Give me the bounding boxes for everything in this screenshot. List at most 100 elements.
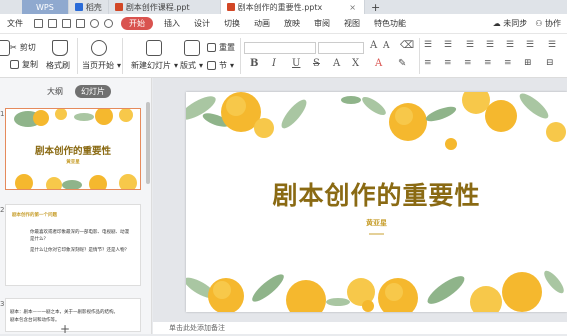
align-left-icon[interactable]: ≡: [424, 58, 432, 68]
thumbnail-bullet: 是什么让你对它印象深刻呢？是情节？还是人物？: [30, 248, 129, 253]
current-slide[interactable]: 剧本创作的重要性 黄亚星: [186, 92, 567, 312]
copy-button[interactable]: 复制: [10, 59, 38, 70]
window-tab-bar: WPS 稻壳 剧本创作课程.ppt 剧本创作的重要性.pptx × +: [0, 0, 567, 14]
increase-indent-icon[interactable]: ☰: [486, 40, 494, 50]
undo-icon[interactable]: [90, 19, 99, 28]
menu-insert[interactable]: 插入: [157, 18, 187, 29]
columns-icon[interactable]: ☰: [548, 40, 556, 50]
thumbnail-author: 黄亚星: [66, 160, 80, 165]
distributed-icon[interactable]: ≡: [504, 58, 512, 68]
clear-format-icon[interactable]: ⌫: [400, 40, 414, 51]
paste-icon[interactable]: [0, 40, 10, 56]
increase-font-icon[interactable]: A: [370, 40, 377, 51]
decrease-font-icon[interactable]: A: [383, 41, 390, 51]
ppt-file-icon: [226, 3, 235, 11]
numbered-list-icon[interactable]: ☰: [444, 40, 452, 50]
menu-bar: 文件 开始 插入 设计 切换 动画 放映 审阅 视图 特色功能 ☁ 未同步 ⚇ …: [0, 14, 567, 34]
vertical-align-icon[interactable]: ⊞: [524, 58, 532, 68]
highlight-icon[interactable]: ✎: [398, 58, 406, 69]
bullet-list-icon[interactable]: ☰: [424, 40, 432, 50]
menu-animation[interactable]: 动画: [247, 18, 277, 29]
slide-thumbnail-1[interactable]: 剧本创作的重要性 黄亚星: [5, 108, 141, 190]
slide-title[interactable]: 剧本创作的重要性: [186, 176, 567, 212]
reset-icon: [207, 43, 216, 52]
thumbnail-title: 剧本创作的重要性: [34, 146, 111, 157]
decrease-indent-icon[interactable]: ☰: [466, 40, 474, 50]
thumbnail-text: 剧本：剧本——一剧之本，关于一剧影视作品的结构。: [10, 310, 118, 315]
align-center-icon[interactable]: ≡: [444, 58, 452, 68]
reset-button[interactable]: 重置: [207, 42, 235, 53]
slide-thumbnail-panel: 大纲 幻灯片 1 剧本创作的重要性 黄亚星 2 剧本创作的第一个问题 你最喜欢或…: [0, 78, 152, 334]
print-icon[interactable]: [62, 19, 71, 28]
thumbnail-scrollbar[interactable]: [146, 102, 150, 184]
thumbnail-heading: 剧本创作的第一个问题: [12, 213, 57, 218]
cut-label: 剪切: [19, 43, 36, 52]
font-size-select[interactable]: [318, 42, 364, 54]
slide-author[interactable]: 黄亚星: [186, 218, 567, 228]
close-tab-icon[interactable]: ×: [349, 3, 356, 12]
slide-editing-canvas: 剧本创作的重要性 黄亚星: [153, 78, 567, 334]
tab-wps-home[interactable]: WPS: [22, 0, 69, 14]
notes-area[interactable]: 单击此处添加备注: [153, 322, 567, 334]
menu-design[interactable]: 设计: [187, 18, 217, 29]
layout-button[interactable]: 版式 ▾: [180, 60, 203, 71]
bold-icon[interactable]: B: [250, 58, 258, 69]
line-spacing-icon[interactable]: ☰: [506, 40, 514, 50]
export-pdf-icon[interactable]: [48, 19, 57, 28]
slide-thumbnail-3[interactable]: 剧本：剧本——一剧之本，关于一剧影视作品的结构。 剧本包含台词和动作等。: [5, 298, 141, 332]
slide-thumbnail-2[interactable]: 剧本创作的第一个问题 你最喜欢或者印象最深的一部电影、电视剧、动漫是什么？ 是什…: [5, 204, 141, 286]
cut-button[interactable]: ✂ 剪切: [10, 42, 36, 53]
format-painter-icon[interactable]: [52, 40, 68, 56]
slide-number: 3: [0, 300, 5, 308]
section-button[interactable]: 节 ▾: [207, 60, 234, 71]
underline-icon[interactable]: U: [292, 58, 300, 69]
align-right-icon[interactable]: ≡: [464, 58, 472, 68]
thumbnail-bullet: 你最喜欢或者印象最深的一部电影、电视剧、动漫是什么？: [30, 230, 129, 242]
shadow-icon[interactable]: A: [333, 58, 340, 69]
tab-docer[interactable]: 稻壳: [69, 0, 109, 14]
tab-slides[interactable]: 幻灯片: [75, 84, 111, 98]
menu-home[interactable]: 开始: [121, 17, 153, 30]
slide-number: 2: [0, 206, 5, 214]
menu-transition[interactable]: 切换: [217, 18, 247, 29]
menu-slideshow[interactable]: 放映: [277, 18, 307, 29]
superscript-icon[interactable]: X: [352, 58, 359, 69]
tab-document-importance[interactable]: 剧本创作的重要性.pptx ×: [220, 0, 365, 14]
collab-label: 协作: [545, 19, 561, 28]
docer-icon: [74, 3, 83, 11]
smart-art-icon[interactable]: ⊟: [546, 58, 554, 68]
tab-outline[interactable]: 大纲: [41, 85, 69, 98]
text-direction-icon[interactable]: ☰: [526, 40, 534, 50]
new-slide-label: 新建幻灯片: [131, 61, 171, 70]
divider: [122, 38, 123, 74]
menu-view[interactable]: 视图: [337, 18, 367, 29]
tab-document-course[interactable]: 剧本创作课程.ppt: [109, 0, 221, 14]
menu-special-features[interactable]: 特色功能: [367, 18, 413, 29]
copy-icon: [10, 60, 19, 69]
justify-icon[interactable]: ≡: [484, 58, 492, 68]
font-color-icon[interactable]: A: [375, 58, 382, 69]
file-menu[interactable]: 文件: [0, 18, 30, 29]
panel-tabs: 大纲 幻灯片: [0, 84, 152, 98]
chevron-down-icon: ▾: [230, 61, 235, 70]
divider: [419, 38, 420, 74]
menu-review[interactable]: 审阅: [307, 18, 337, 29]
play-from-current-button[interactable]: 当页开始 ▾: [82, 60, 121, 71]
layout-icon[interactable]: [184, 40, 200, 56]
format-painter-label: 格式刷: [46, 61, 70, 70]
sync-label: 未同步: [503, 19, 528, 28]
print-preview-icon[interactable]: [76, 19, 85, 28]
format-painter-button[interactable]: 格式刷: [46, 60, 70, 71]
new-slide-icon[interactable]: [146, 40, 162, 56]
sync-status[interactable]: ☁ 未同步: [493, 18, 528, 29]
collaborate-button[interactable]: ⚇ 协作: [535, 18, 561, 29]
redo-icon[interactable]: [104, 19, 113, 28]
strikethrough-icon[interactable]: S: [313, 58, 320, 69]
font-family-select[interactable]: [244, 42, 316, 54]
save-icon[interactable]: [34, 19, 43, 28]
italic-icon[interactable]: I: [272, 58, 276, 69]
play-icon[interactable]: [91, 40, 107, 56]
new-slide-button[interactable]: 新建幻灯片 ▾: [131, 60, 178, 71]
divider: [77, 38, 78, 74]
new-tab-icon[interactable]: +: [365, 1, 386, 14]
